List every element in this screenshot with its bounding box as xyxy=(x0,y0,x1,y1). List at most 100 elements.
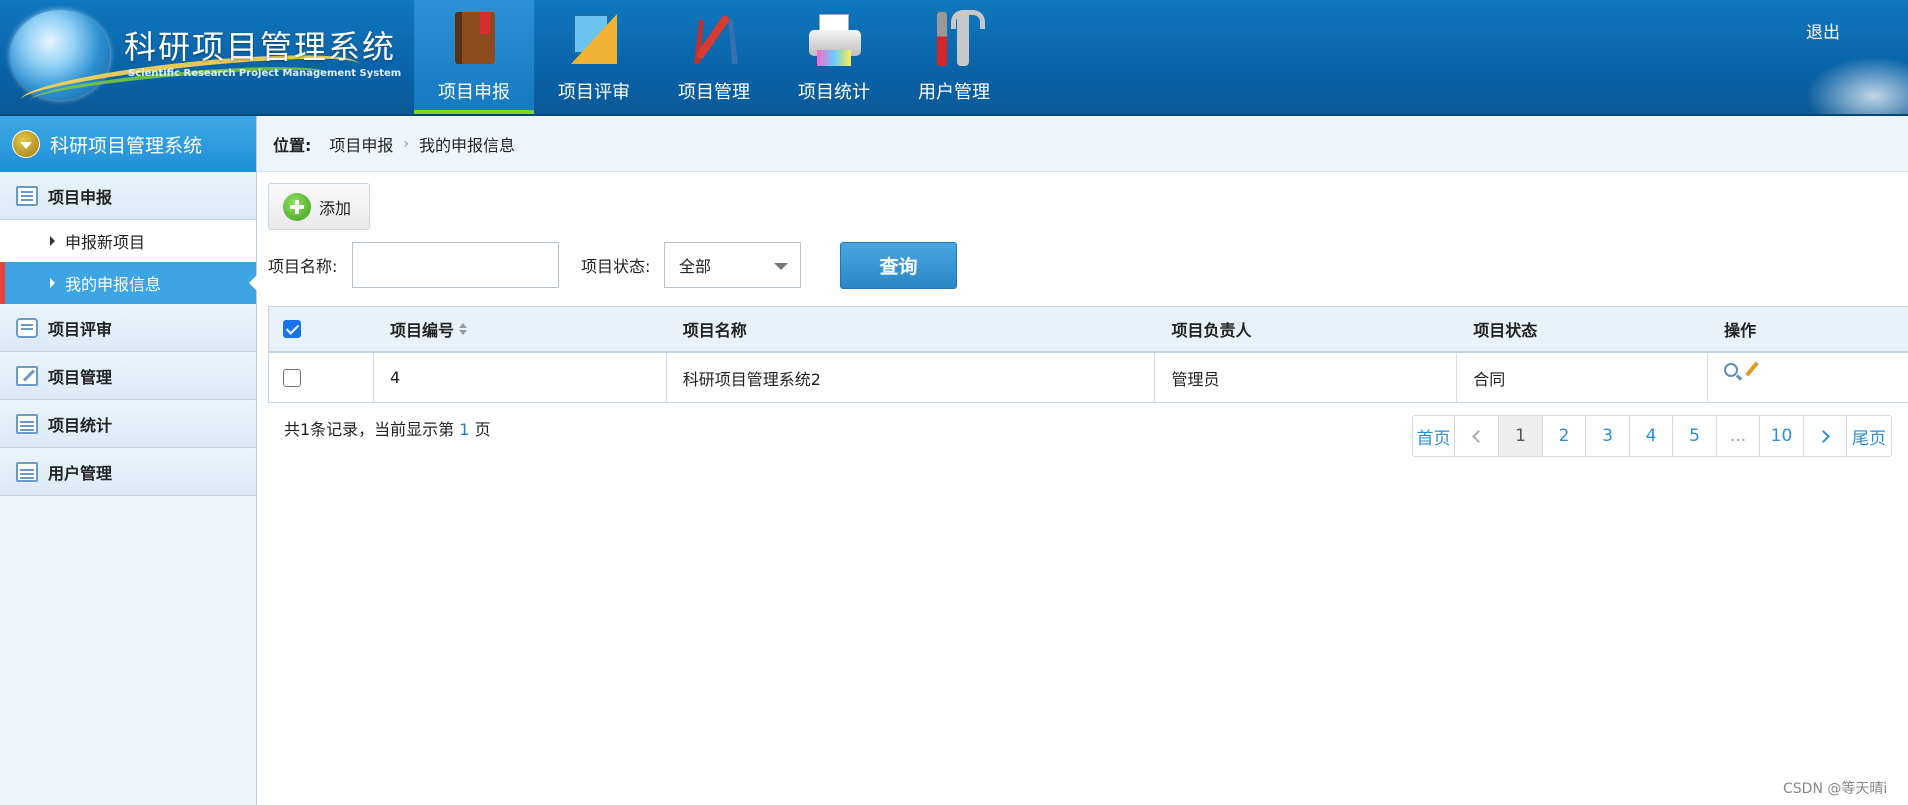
records-prefix: 共1条记录，当前显示第 xyxy=(284,420,455,439)
project-status-value: 全部 xyxy=(679,257,712,276)
sidebar-group-users[interactable]: 用户管理 xyxy=(0,448,256,496)
pagination-first[interactable]: 首页 xyxy=(1413,416,1455,456)
records-current-page: 1 xyxy=(459,420,470,439)
calendar-icon xyxy=(16,461,38,482)
sidebar-item-new-declaration[interactable]: 申报新项目 xyxy=(0,220,256,262)
top-header: 科研项目管理系统 Scientific Research Project Man… xyxy=(0,0,1908,120)
query-button[interactable]: 查询 xyxy=(840,242,957,289)
list-icon xyxy=(16,185,38,206)
top-nav: 项目申报 项目评审 项目管理 项目统计 用户管理 xyxy=(414,0,1014,116)
table-header: 项目编号 项目名称 项目负责人 项目状态 操作 xyxy=(269,307,1908,353)
ruler-icon xyxy=(565,10,623,68)
add-button-label: 添加 xyxy=(319,198,352,218)
project-name-input[interactable] xyxy=(352,242,559,288)
edit-pencil-icon[interactable] xyxy=(1745,361,1759,377)
topnav-item-management[interactable]: 项目管理 xyxy=(654,0,774,116)
caret-right-icon xyxy=(50,278,55,288)
topnav-item-statistics[interactable]: 项目统计 xyxy=(774,0,894,116)
printer-icon xyxy=(805,10,863,68)
watermark: CSDN @等天晴i xyxy=(1783,781,1888,797)
app-subtitle: Scientific Research Project Management S… xyxy=(128,68,402,79)
pagination-last[interactable]: 尾页 xyxy=(1847,416,1891,456)
pagination-next[interactable] xyxy=(1804,416,1847,456)
row-checkbox[interactable] xyxy=(283,368,301,387)
records-suffix: 页 xyxy=(474,420,491,439)
column-header: 操作 xyxy=(1724,321,1757,340)
header-operations: 操作 xyxy=(1708,307,1908,351)
sort-icon[interactable] xyxy=(459,323,467,335)
edit-icon xyxy=(16,365,38,386)
pagination-page[interactable]: 5 xyxy=(1673,416,1717,456)
sidebar-group-review[interactable]: 项目评审 xyxy=(0,304,256,352)
breadcrumb-label: 位置: xyxy=(273,135,312,155)
header-project-owner: 项目负责人 xyxy=(1155,307,1457,351)
pagination-prev[interactable] xyxy=(1455,416,1499,456)
sidebar-group-statistics[interactable]: 项目统计 xyxy=(0,400,256,448)
caret-right-icon xyxy=(50,236,55,246)
sidebar-group-management[interactable]: 项目管理 xyxy=(0,352,256,400)
sidebar-item-label: 我的申报信息 xyxy=(65,275,162,294)
calendar-icon xyxy=(16,413,38,434)
sidebar-header[interactable]: 科研项目管理系统 xyxy=(0,116,256,172)
pagination-ellipsis: ... xyxy=(1717,416,1760,456)
view-search-icon[interactable] xyxy=(1724,363,1739,377)
logout-link[interactable]: 退出 xyxy=(1806,18,1840,43)
sidebar-group-label: 用户管理 xyxy=(48,463,113,483)
chat-icon xyxy=(16,317,38,338)
chevron-right-icon xyxy=(1816,429,1830,443)
pagination-page[interactable]: 4 xyxy=(1630,416,1673,456)
sidebar-group-label: 项目统计 xyxy=(48,415,113,435)
column-header: 项目状态 xyxy=(1473,321,1538,340)
compass-icon xyxy=(685,10,743,68)
project-table: 项目编号 项目名称 项目负责人 项目状态 操作 4 科研项目管理系统2 管理员 … xyxy=(268,306,1908,403)
cell-project-id: 4 xyxy=(374,353,667,402)
plus-circle-icon xyxy=(283,192,311,221)
select-all-checkbox[interactable] xyxy=(283,320,301,338)
header-checkbox-cell xyxy=(269,307,374,351)
breadcrumb-separator-icon: › xyxy=(403,135,410,152)
column-header: 项目负责人 xyxy=(1171,321,1252,340)
tools-icon xyxy=(925,10,985,68)
pagination: 首页 1 2 3 4 5 ... 10 尾页 xyxy=(1412,415,1892,457)
table-row: 4 科研项目管理系统2 管理员 合同 xyxy=(269,353,1908,403)
pagination-page[interactable]: 10 xyxy=(1760,416,1804,456)
topnav-label: 项目管理 xyxy=(678,82,750,103)
project-name-label: 项目名称: xyxy=(268,257,338,276)
topnav-label: 项目评审 xyxy=(558,82,630,103)
sidebar-item-label: 申报新项目 xyxy=(65,233,146,252)
cell-project-name: 科研项目管理系统2 xyxy=(667,353,1156,402)
topnav-label: 项目申报 xyxy=(438,82,510,103)
caret-down-icon xyxy=(774,263,788,270)
app-title: 科研项目管理系统 xyxy=(124,28,397,66)
sidebar-group-label: 项目管理 xyxy=(48,367,113,387)
records-summary: 共1条记录，当前显示第 1 页 xyxy=(284,416,491,440)
cell-project-owner: 管理员 xyxy=(1155,353,1458,402)
project-status-select[interactable]: 全部 xyxy=(664,242,801,288)
header-project-status: 项目状态 xyxy=(1457,307,1708,351)
sidebar-group-label: 项目申报 xyxy=(48,187,113,207)
cell-operations xyxy=(1708,353,1908,402)
topnav-label: 用户管理 xyxy=(918,82,990,103)
topnav-item-declaration[interactable]: 项目申报 xyxy=(414,0,534,116)
sidebar-group-label: 项目评审 xyxy=(48,319,113,339)
sidebar-item-my-declarations[interactable]: 我的申报信息 xyxy=(0,262,257,304)
cell-project-status: 合同 xyxy=(1457,353,1709,402)
topnav-item-review[interactable]: 项目评审 xyxy=(534,0,654,116)
breadcrumb-item[interactable]: 项目申报 xyxy=(329,132,393,156)
pagination-page[interactable]: 2 xyxy=(1543,416,1586,456)
pagination-page[interactable]: 3 xyxy=(1586,416,1630,456)
breadcrumb-item-current: 我的申报信息 xyxy=(419,135,516,155)
sidebar-group-declaration[interactable]: 项目申报 xyxy=(0,172,256,220)
chevron-left-icon xyxy=(1472,429,1485,443)
add-button[interactable]: 添加 xyxy=(268,183,370,230)
column-header: 项目名称 xyxy=(682,321,747,340)
project-status-label: 项目状态: xyxy=(581,257,651,276)
header-project-name: 项目名称 xyxy=(667,307,1156,351)
header-decoration xyxy=(1794,50,1908,116)
pagination-page[interactable]: 1 xyxy=(1499,416,1543,456)
topnav-item-users[interactable]: 用户管理 xyxy=(894,0,1014,116)
sidebar: 科研项目管理系统 项目申报 申报新项目 我的申报信息 项目评审 项目管理 项目统… xyxy=(0,116,257,805)
header-project-id[interactable]: 项目编号 xyxy=(374,307,667,351)
chevron-down-icon xyxy=(12,130,40,158)
sidebar-title: 科研项目管理系统 xyxy=(50,134,203,157)
